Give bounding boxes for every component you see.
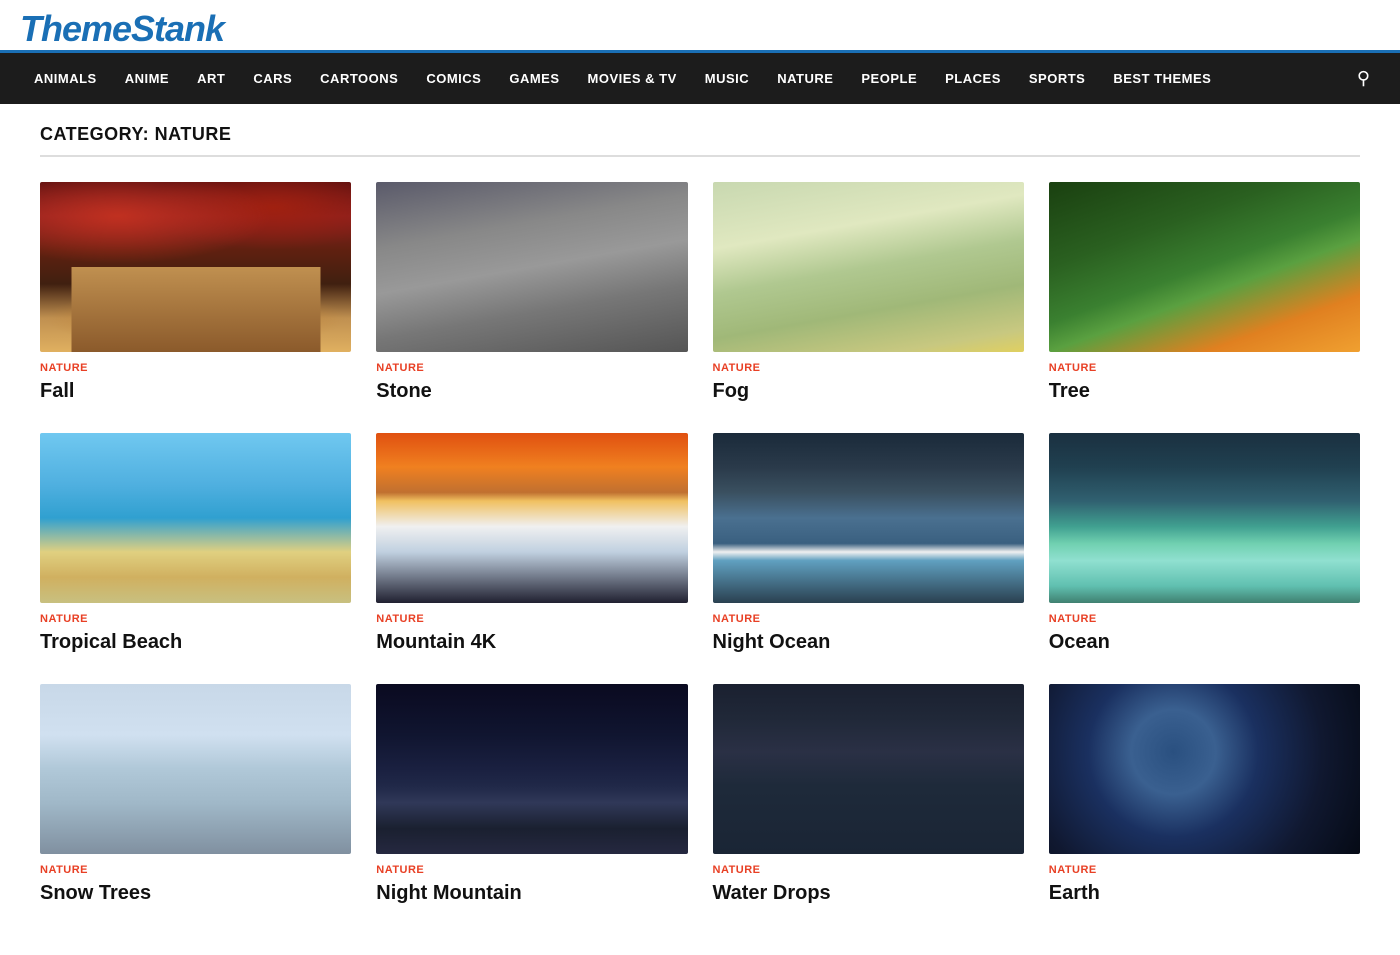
card-tropical-beach[interactable]: NATURE Tropical Beach — [40, 433, 351, 654]
card-category-water-drops: NATURE — [713, 864, 1024, 876]
card-category-tree: NATURE — [1049, 362, 1360, 374]
card-image-water-drops — [713, 684, 1024, 854]
card-image-fall — [40, 182, 351, 352]
logo-bar: ThemeStank — [0, 0, 1400, 53]
card-image-stone — [376, 182, 687, 352]
card-category-night-ocean: NATURE — [713, 613, 1024, 625]
card-fall[interactable]: NATURE Fall — [40, 182, 351, 403]
card-image-night-mountain — [376, 684, 687, 854]
card-title-tropical-beach: Tropical Beach — [40, 630, 351, 654]
card-ocean[interactable]: NATURE Ocean — [1049, 433, 1360, 654]
card-night-mountain[interactable]: NATURE Night Mountain — [376, 684, 687, 905]
site-logo[interactable]: ThemeStank — [20, 8, 224, 49]
nav-item-people[interactable]: PEOPLE — [847, 53, 931, 104]
card-category-stone: NATURE — [376, 362, 687, 374]
card-title-fall: Fall — [40, 379, 351, 403]
card-snow-trees[interactable]: NATURE Snow Trees — [40, 684, 351, 905]
card-title-stone: Stone — [376, 379, 687, 403]
card-category-fog: NATURE — [713, 362, 1024, 374]
card-category-snow-trees: NATURE — [40, 864, 351, 876]
nav-item-art[interactable]: ART — [183, 53, 239, 104]
card-fog[interactable]: NATURE Fog — [713, 182, 1024, 403]
card-category-night-mountain: NATURE — [376, 864, 687, 876]
card-title-ocean: Ocean — [1049, 630, 1360, 654]
card-tree[interactable]: NATURE Tree — [1049, 182, 1360, 403]
card-image-mountain-4k — [376, 433, 687, 603]
card-title-earth: Earth — [1049, 881, 1360, 905]
card-image-tree — [1049, 182, 1360, 352]
nav-item-best-themes[interactable]: BEST THEMES — [1099, 53, 1225, 104]
nav-item-cartoons[interactable]: CARTOONS — [306, 53, 412, 104]
card-water-drops[interactable]: NATURE Water Drops — [713, 684, 1024, 905]
nav-item-cars[interactable]: CARS — [239, 53, 306, 104]
card-category-mountain-4k: NATURE — [376, 613, 687, 625]
card-title-mountain-4k: Mountain 4K — [376, 630, 687, 654]
nav-item-music[interactable]: MUSIC — [691, 53, 763, 104]
card-image-tropical-beach — [40, 433, 351, 603]
card-mountain-4k[interactable]: NATURE Mountain 4K — [376, 433, 687, 654]
card-image-night-ocean — [713, 433, 1024, 603]
card-image-ocean — [1049, 433, 1360, 603]
card-grid: NATURE Fall NATURE Stone NATURE Fog NATURE Tree… — [40, 182, 1360, 905]
search-icon[interactable]: ⚲ — [1347, 58, 1380, 99]
card-title-snow-trees: Snow Trees — [40, 881, 351, 905]
card-title-tree: Tree — [1049, 379, 1360, 403]
nav-item-movies-tv[interactable]: MOVIES & TV — [574, 53, 691, 104]
nav-item-sports[interactable]: SPORTS — [1015, 53, 1099, 104]
nav-item-places[interactable]: PLACES — [931, 53, 1015, 104]
nav-item-anime[interactable]: ANIME — [111, 53, 183, 104]
card-title-fog: Fog — [713, 379, 1024, 403]
card-title-water-drops: Water Drops — [713, 881, 1024, 905]
card-image-fog — [713, 182, 1024, 352]
nav-links: ANIMALSANIMEARTCARSCARTOONSCOMICSGAMESMO… — [20, 53, 1225, 104]
nav-item-comics[interactable]: COMICS — [412, 53, 495, 104]
card-category-fall: NATURE — [40, 362, 351, 374]
card-image-earth — [1049, 684, 1360, 854]
nav-item-games[interactable]: GAMES — [495, 53, 573, 104]
card-category-ocean: NATURE — [1049, 613, 1360, 625]
nav-item-animals[interactable]: ANIMALS — [20, 53, 111, 104]
card-category-tropical-beach: NATURE — [40, 613, 351, 625]
category-heading: CATEGORY: NATURE — [40, 124, 1360, 157]
card-earth[interactable]: NATURE Earth — [1049, 684, 1360, 905]
card-night-ocean[interactable]: NATURE Night Ocean — [713, 433, 1024, 654]
card-title-night-ocean: Night Ocean — [713, 630, 1024, 654]
card-image-snow-trees — [40, 684, 351, 854]
main-content: CATEGORY: NATURE NATUREFallNATUREStoneNA… — [20, 104, 1380, 955]
card-title-night-mountain: Night Mountain — [376, 881, 687, 905]
card-category-earth: NATURE — [1049, 864, 1360, 876]
card-stone[interactable]: NATURE Stone — [376, 182, 687, 403]
nav-item-nature[interactable]: NATURE — [763, 53, 847, 104]
main-nav: ANIMALSANIMEARTCARSCARTOONSCOMICSGAMESMO… — [0, 53, 1400, 104]
